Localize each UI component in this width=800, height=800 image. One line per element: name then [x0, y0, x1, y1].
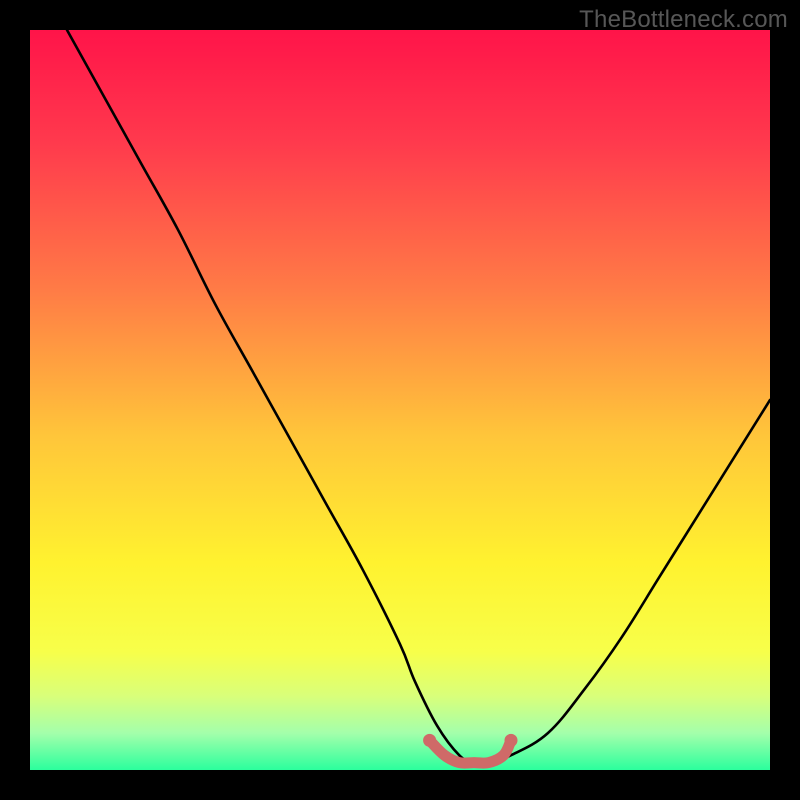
watermark-text: TheBottleneck.com: [579, 6, 788, 34]
chart-svg: [30, 30, 770, 770]
gradient-background: [30, 30, 770, 770]
plot-area: [30, 30, 770, 770]
flat-zone-endpoint: [505, 734, 518, 747]
chart-frame: TheBottleneck.com: [0, 0, 800, 800]
flat-zone-endpoint: [423, 734, 436, 747]
